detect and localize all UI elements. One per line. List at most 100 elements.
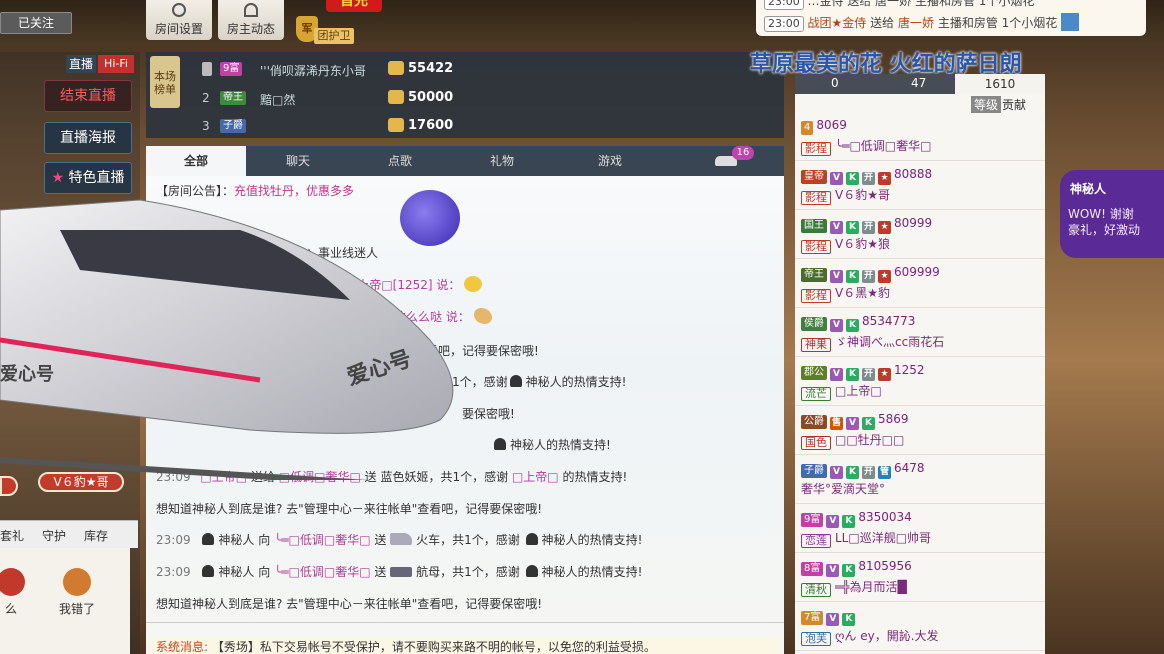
rank-row[interactable]: 2 帝王 黯□然 50000	[198, 85, 758, 113]
fan-name[interactable]: 奢华°爱滴天堂°	[801, 482, 885, 496]
room-settings-button[interactable]: 房间设置	[146, 0, 212, 40]
viewer-count: 1610	[955, 74, 1045, 94]
fan-name[interactable]: ღん ey，開訫.大发	[835, 629, 939, 643]
fan-name[interactable]: V６豹★哥	[835, 188, 890, 202]
chat-text: 想知道神秘人到底是谁? 去"管理中心－来往帐单"查看吧，记得要保密哦!	[156, 502, 543, 516]
rank-row[interactable]: 3 子爵 17600	[198, 113, 758, 141]
chat-text: 神秘人的热情支持!	[525, 375, 627, 389]
fan-name[interactable]: □上帝□	[835, 384, 882, 398]
chat-text: 的热情支持!	[562, 470, 628, 484]
fan-id: 80999	[894, 216, 933, 230]
nav-set-gifts[interactable]: 套礼	[0, 527, 24, 544]
fan-tag: 恋莲	[801, 534, 831, 548]
chat-user[interactable]: 神秘人	[542, 533, 578, 547]
fan-row[interactable]: 8富 V K 8105956 清秋 ═╬為月而活█	[795, 553, 1045, 602]
fan-row[interactable]: 侯爵 V K 8534773 神果 ゞ神调べ灬cc雨花石	[795, 308, 1045, 357]
fan-badge-icon: V	[846, 417, 859, 430]
host-dynamics-button[interactable]: 房主动态	[218, 0, 284, 40]
stat-value: 47	[911, 76, 927, 90]
gift-item[interactable]: 我错了	[52, 568, 102, 617]
tab-all[interactable]: 全部	[146, 146, 246, 176]
fan-row[interactable]: 帝王 V K 开 ★ 609999 影程 V６黑★豹	[795, 259, 1045, 308]
fan-name[interactable]: LL□巡洋舰□帅哥	[835, 531, 931, 545]
first-recharge-tag[interactable]: 首充	[326, 0, 382, 12]
fan-name[interactable]: V６豹★狼	[835, 237, 890, 251]
fan-row[interactable]: 7富 V K 泡芙 ღん ey，開訫.大发	[795, 602, 1045, 651]
chat-user[interactable]: 神秘人	[218, 565, 254, 579]
tab-chat[interactable]: 聊天	[248, 146, 348, 176]
chat-user[interactable]: ╰═□低调□奢华□	[274, 565, 370, 579]
fan-line: 国王 V K 开 ★ 80999	[801, 216, 933, 234]
fan-medal: 公爵	[801, 415, 827, 429]
fan-id: 8069	[816, 118, 847, 132]
spy-icon	[202, 533, 215, 545]
chat-user[interactable]: □上帝□	[512, 470, 559, 484]
chat-text: 送	[374, 565, 387, 579]
fan-line: 影程 V６豹★哥	[801, 186, 890, 205]
tab-gift[interactable]: 礼物	[452, 146, 552, 176]
nav-guard[interactable]: 守护	[42, 527, 66, 544]
chat-user[interactable]: 神秘人	[542, 565, 578, 579]
fan-tag: 泡芙	[801, 632, 831, 646]
hifi-tag[interactable]: Hi-Fi	[98, 55, 134, 73]
chat-text: 火车，共1个，感谢	[416, 533, 520, 547]
fan-name[interactable]: ═╬為月而活█	[835, 580, 907, 594]
fan-tag: 国色	[801, 436, 831, 450]
fan-row[interactable]: 公爵售 V K 5869 国色 □□牡丹□□	[795, 406, 1045, 455]
fan-line: 清秋 ═╬為月而活█	[801, 578, 907, 597]
chat-user[interactable]: 神秘人	[218, 533, 254, 547]
rank-name: '''俏呗潺浠丹东小哥	[260, 64, 366, 78]
live-poster-button[interactable]: 直播海报	[44, 122, 132, 154]
chat-user[interactable]: ╰═□低调□奢华□	[274, 533, 370, 547]
fan-row[interactable]: 9富 V K 8350034 恋莲 LL□巡洋舰□帅哥	[795, 504, 1045, 553]
rose-icon	[400, 190, 460, 246]
fan-name[interactable]: ゞ神调べ灬cc雨花石	[835, 335, 944, 349]
followed-button[interactable]: 已关注	[0, 12, 72, 34]
chat-text: 神秘人的热情支持!	[510, 438, 611, 452]
gift-target[interactable]: 唐一娇	[898, 16, 934, 30]
system-message: 系统消息: 【秀场】私下交易帐号不受保护，请不要购买来路不明的帐号，以免您的利益…	[150, 638, 780, 654]
chat-text: 送	[374, 533, 387, 547]
fan-medal: 郡公	[801, 366, 827, 380]
fan-row[interactable]: 子爵 V K 开管 6478 奢华°爱滴天堂°	[795, 455, 1045, 504]
tab-game[interactable]: 游戏	[554, 146, 666, 176]
fan-name[interactable]: □□牡丹□□	[835, 433, 904, 447]
nav-inventory[interactable]: 库存	[84, 527, 108, 544]
fan-row[interactable]: 国王 V K 开 ★ 80999 影程 V６豹★狼	[795, 210, 1045, 259]
fan-badge-icon: V	[826, 515, 840, 528]
fan-line: 神果 ゞ神调べ灬cc雨花石	[801, 333, 944, 352]
chat-tabs: 全部 聊天 点歌 礼物 游戏 16	[146, 146, 784, 176]
rank-row[interactable]: 9富 '''俏呗潺浠丹东小哥 55422	[198, 56, 758, 84]
fan-badge-icon: V	[830, 319, 843, 332]
fan-line: 奢华°爱滴天堂°	[801, 480, 885, 496]
spy-icon	[525, 533, 538, 545]
fan-name[interactable]: V６黑★豹	[835, 286, 890, 300]
fan-badge-icon: V	[830, 221, 843, 234]
fan-badge-icon: 售	[830, 417, 843, 430]
fan-line: 帝王 V K 开 ★ 609999	[801, 265, 940, 283]
streamer-title: 草原最美的花 火红的萨日朗	[750, 51, 1022, 77]
fan-badge-icon: 开	[862, 466, 875, 479]
rank-name: 黯□然	[260, 93, 296, 107]
trophy-icon	[202, 62, 212, 76]
coin-icon	[388, 90, 404, 104]
bubble-line: 豪礼，好激动	[1068, 223, 1141, 237]
gift-item[interactable]: 么	[0, 568, 36, 617]
end-live-button[interactable]: 结束直播	[44, 80, 132, 112]
tab-contribution[interactable]: 贡献	[1002, 96, 1026, 113]
fan-row[interactable]: 4 8069 影程 ╰═□低调□奢华□	[795, 112, 1045, 161]
chat-line: 神秘人的热情支持!	[492, 436, 611, 453]
fan-name[interactable]: ╰═□低调□奢华□	[835, 139, 931, 153]
fan-line: 侯爵 V K 8534773	[801, 314, 915, 332]
tab-song[interactable]: 点歌	[350, 146, 450, 176]
fan-badge-icon: K	[842, 613, 856, 626]
fan-row[interactable]: 皇帝 V K 开 ★ 80888 影程 V６豹★哥	[795, 161, 1045, 210]
gift-label: 么	[4, 602, 17, 616]
tab-level[interactable]: 等级	[971, 96, 1002, 113]
gift-sender[interactable]: 战团★金侍	[808, 16, 867, 30]
fan-row[interactable]: 郡公 V K 开 ★ 1252 流芒 □上帝□	[795, 357, 1045, 406]
guard-badge[interactable]: 军 团护卫	[296, 16, 358, 44]
rank-score: 50000	[408, 90, 454, 105]
fan-tag: 清秋	[801, 583, 831, 597]
fan-line: 影程 V６豹★狼	[801, 235, 890, 254]
